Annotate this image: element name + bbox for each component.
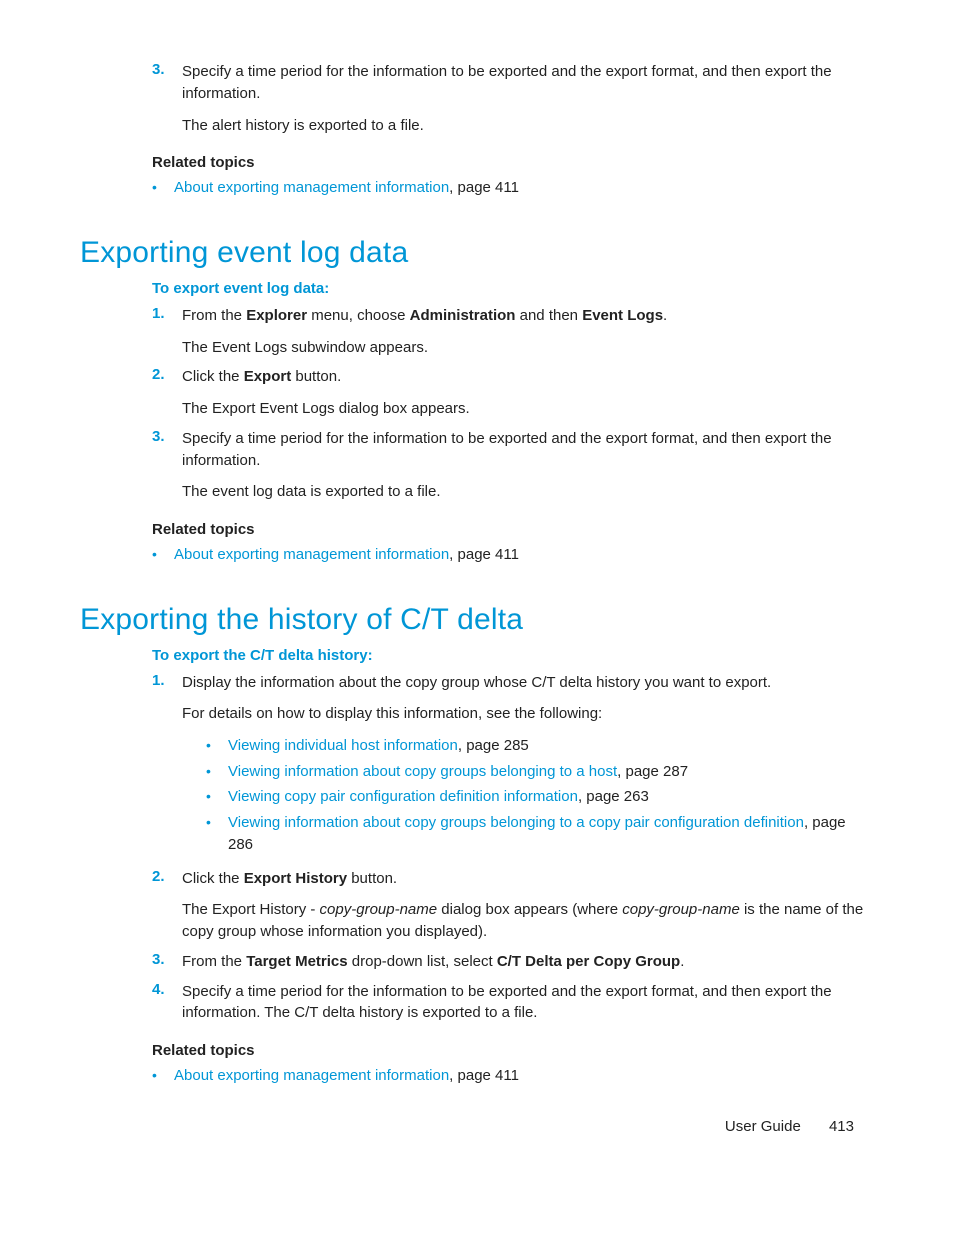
step-number: 1. (152, 305, 182, 322)
link-viewing-copy-pair-config[interactable]: Viewing copy pair configuration definiti… (228, 788, 578, 805)
page-ref: , page 411 (449, 1067, 519, 1084)
step-result: The Export History - copy-group-name dia… (182, 899, 874, 943)
step-number: 1. (152, 672, 182, 689)
related-topics-heading: Related topics (152, 154, 874, 171)
page-ref: , page 411 (449, 179, 519, 196)
related-topics-list: • About exporting management information… (152, 177, 874, 200)
step-text: Display the information about the copy g… (182, 672, 874, 694)
bullet-icon: • (152, 1065, 174, 1086)
document-page: 3. Specify a time period for the informa… (0, 0, 954, 1195)
step-result: The Event Logs subwindow appears. (182, 337, 874, 359)
info-links-list: • Viewing individual host information, p… (206, 735, 874, 857)
related-topics-heading: Related topics (152, 521, 874, 538)
procedure-intro: To export event log data: (152, 280, 874, 297)
bullet-icon: • (206, 786, 228, 807)
step-3: 3. From the Target Metrics drop-down lis… (152, 951, 874, 973)
prev-step-3: 3. Specify a time period for the informa… (152, 61, 874, 136)
page-number: 413 (829, 1118, 854, 1135)
related-topic-item: • About exporting management information… (152, 544, 874, 567)
step-text: Click the Export History button. (182, 868, 874, 890)
step-text: From the Explorer menu, choose Administr… (182, 305, 874, 327)
step-result: The event log data is exported to a file… (182, 481, 874, 503)
step-result: The alert history is exported to a file. (182, 115, 874, 137)
footer-label: User Guide (725, 1118, 801, 1135)
link-about-exporting[interactable]: About exporting management information (174, 179, 449, 196)
step-text: Specify a time period for the informatio… (182, 981, 874, 1025)
step-number: 3. (152, 61, 182, 78)
step-text: Specify a time period for the informatio… (182, 428, 874, 472)
step-2: 2. Click the Export button. The Export E… (152, 366, 874, 420)
prev-steps-list: 3. Specify a time period for the informa… (152, 61, 874, 136)
bullet-icon: • (206, 735, 228, 756)
step-text: For details on how to display this infor… (182, 703, 874, 725)
heading-exporting-event-log: Exporting event log data (80, 236, 874, 270)
link-viewing-copy-groups-host[interactable]: Viewing information about copy groups be… (228, 763, 617, 780)
info-link-item: • Viewing individual host information, p… (206, 735, 874, 758)
page-ref: , page 263 (578, 788, 649, 805)
step-text: Click the Export button. (182, 366, 874, 388)
related-topic-item: • About exporting management information… (152, 1065, 874, 1088)
event-log-steps: 1. From the Explorer menu, choose Admini… (152, 305, 874, 503)
link-viewing-copy-groups-definition[interactable]: Viewing information about copy groups be… (228, 814, 804, 831)
step-number: 2. (152, 366, 182, 383)
related-topic-item: • About exporting management information… (152, 177, 874, 200)
related-topics-list: • About exporting management information… (152, 544, 874, 567)
bullet-icon: • (152, 177, 174, 198)
step-text: From the Target Metrics drop-down list, … (182, 951, 874, 973)
page-footer: User Guide 413 (725, 1118, 854, 1135)
step-4: 4. Specify a time period for the informa… (152, 981, 874, 1025)
step-number: 3. (152, 428, 182, 445)
step-text: Specify a time period for the informatio… (182, 61, 874, 105)
link-viewing-host-info[interactable]: Viewing individual host information (228, 737, 458, 754)
step-3: 3. Specify a time period for the informa… (152, 428, 874, 503)
step-number: 4. (152, 981, 182, 998)
heading-exporting-ct-delta: Exporting the history of C/T delta (80, 603, 874, 637)
step-2: 2. Click the Export History button. The … (152, 868, 874, 943)
bullet-icon: • (206, 812, 228, 833)
step-number: 3. (152, 951, 182, 968)
link-about-exporting[interactable]: About exporting management information (174, 546, 449, 563)
step-1: 1. Display the information about the cop… (152, 672, 874, 860)
related-topics-list: • About exporting management information… (152, 1065, 874, 1088)
step-result: The Export Event Logs dialog box appears… (182, 398, 874, 420)
bullet-icon: • (206, 761, 228, 782)
page-ref: , page 285 (458, 737, 529, 754)
page-ref: , page 411 (449, 546, 519, 563)
related-topics-heading: Related topics (152, 1042, 874, 1059)
info-link-item: • Viewing information about copy groups … (206, 761, 874, 784)
page-ref: , page 287 (617, 763, 688, 780)
info-link-item: • Viewing information about copy groups … (206, 812, 874, 857)
bullet-icon: • (152, 544, 174, 565)
info-link-item: • Viewing copy pair configuration defini… (206, 786, 874, 809)
link-about-exporting[interactable]: About exporting management information (174, 1067, 449, 1084)
step-1: 1. From the Explorer menu, choose Admini… (152, 305, 874, 359)
procedure-intro: To export the C/T delta history: (152, 647, 874, 664)
step-number: 2. (152, 868, 182, 885)
ct-delta-steps: 1. Display the information about the cop… (152, 672, 874, 1025)
